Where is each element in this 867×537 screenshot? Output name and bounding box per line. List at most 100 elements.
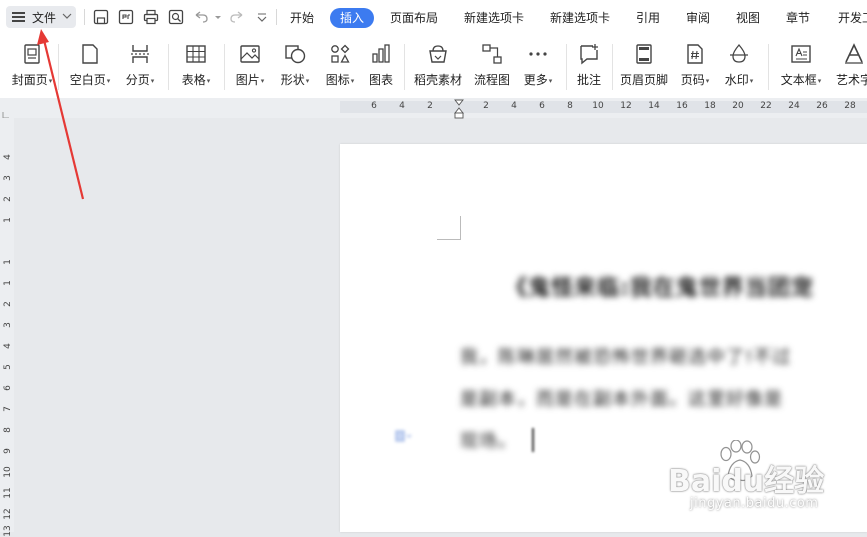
shape-button[interactable]: 形状▾ [274, 40, 316, 90]
document-paragraph-line: 现场。 [460, 431, 517, 452]
tab-page-layout[interactable]: 页面布局 [390, 8, 438, 28]
horizontal-ruler[interactable]: 6 4 2 2 4 6 8 10 12 14 16 18 20 22 24 26… [0, 98, 867, 118]
file-menu-button[interactable]: 文件 [6, 6, 76, 28]
ruler-tick: 10 [3, 466, 13, 478]
watermark-label: 水印 [724, 73, 749, 87]
docer-material-button[interactable]: 稻壳素材 [410, 40, 466, 90]
ruler-tick: 8 [567, 101, 573, 111]
text-cursor [532, 428, 534, 452]
word-art-button[interactable]: 艺术字 [834, 40, 867, 90]
flowchart-icon [480, 42, 504, 66]
comment-label: 批注 [576, 73, 601, 87]
tab-home[interactable]: 开始 [290, 8, 314, 28]
text-box-icon [789, 42, 813, 66]
chart-button[interactable]: 图表 [364, 40, 398, 90]
more-button[interactable]: 更多▾ [518, 40, 558, 90]
more-label: 更多 [523, 73, 548, 87]
ruler-tick: 24 [788, 101, 800, 111]
undo-icon[interactable] [192, 8, 210, 26]
ruler-tick: 16 [676, 101, 688, 111]
blank-page-button[interactable]: 空白页▾ [64, 40, 116, 90]
more-icon [526, 42, 550, 66]
vertical-ruler[interactable]: 4 3 2 1 1 1 2 3 4 5 6 7 8 9 10 11 12 13 [0, 118, 14, 537]
word-art-icon [842, 42, 866, 66]
text-box-button[interactable]: 文本框▾ [776, 40, 826, 90]
icons-icon [328, 42, 352, 66]
divider [612, 44, 613, 90]
divider [276, 9, 277, 25]
ruler-tick: 2 [3, 301, 13, 307]
tab-insert[interactable]: 插入 [330, 8, 375, 28]
ruler-tick: 9 [3, 448, 13, 454]
ruler-tick: 2 [3, 196, 13, 202]
ruler-tick: 6 [3, 385, 13, 391]
cover-page-icon [20, 42, 44, 66]
ruler-tick: 5 [3, 364, 13, 370]
comment-button[interactable]: 批注 [572, 40, 606, 90]
paragraph-handle-icon[interactable] [395, 430, 413, 445]
tab-references[interactable]: 引用 [636, 8, 660, 28]
redo-icon[interactable] [228, 8, 246, 26]
table-label: 表格 [181, 73, 206, 87]
ruler-tick: 6 [371, 101, 377, 111]
customize-icon[interactable] [253, 8, 267, 26]
margin-corner-mark [437, 239, 461, 240]
shape-label: 形状 [280, 73, 305, 87]
ruler-tick: 13 [3, 525, 13, 537]
flowchart-button[interactable]: 流程图 [470, 40, 514, 90]
divider [768, 44, 769, 90]
tab-new-tab-1[interactable]: 新建选项卡 [464, 8, 524, 28]
indent-marker-icon[interactable] [454, 99, 464, 119]
export-pdf-icon[interactable] [117, 8, 135, 26]
divider [58, 44, 59, 90]
page-number-icon [683, 42, 707, 66]
header-footer-label: 页眉页脚 [619, 73, 668, 87]
ruler-tick: 2 [427, 101, 433, 111]
ruler-tick: 20 [732, 101, 744, 111]
ruler-tick: 14 [648, 101, 660, 111]
tab-developer[interactable]: 开发工 [838, 8, 867, 28]
icons-button[interactable]: 图标▾ [320, 40, 360, 90]
undo-dropdown-icon[interactable] [209, 8, 221, 26]
divider [84, 9, 85, 25]
ruler-tick: 4 [3, 154, 13, 160]
word-art-label: 艺术字 [836, 73, 867, 87]
ruler-tick: 1 [3, 217, 13, 223]
table-button[interactable]: 表格▾ [174, 40, 218, 90]
save-icon[interactable] [92, 8, 110, 26]
divider [404, 44, 405, 90]
ruler-tick: 4 [399, 101, 405, 111]
divider [224, 44, 225, 90]
ruler-tick: 1 [3, 280, 13, 286]
watermark-button[interactable]: 水印▾ [720, 40, 758, 90]
tab-view[interactable]: 视图 [736, 8, 760, 28]
icons-label: 图标 [325, 73, 350, 87]
tab-chapter[interactable]: 章节 [786, 8, 810, 28]
picture-button[interactable]: 图片▾ [230, 40, 270, 90]
margin-corner-mark [460, 216, 461, 240]
watermark-icon [727, 42, 751, 66]
ruler-tick: 12 [3, 508, 13, 520]
ruler-tick: 1 [3, 259, 13, 265]
print-preview-icon[interactable] [167, 8, 185, 26]
ruler-tick: 28 [844, 101, 856, 111]
baidu-jingyan-watermark: Baidu经验 [668, 464, 825, 499]
page-break-button[interactable]: 分页▾ [118, 40, 162, 90]
cover-page-label: 封面页 [11, 73, 48, 87]
ruler-tick: 26 [816, 101, 828, 111]
tab-review[interactable]: 审阅 [686, 8, 710, 28]
page-number-button[interactable]: 页码▾ [676, 40, 714, 90]
ruler-tick: 4 [511, 101, 517, 111]
chevron-down-icon[interactable] [62, 12, 72, 23]
divider [168, 44, 169, 90]
ruler-tick: 2 [483, 101, 489, 111]
tab-new-tab-2[interactable]: 新建选项卡 [550, 8, 610, 28]
print-icon[interactable] [142, 8, 160, 26]
ruler-tick: 4 [3, 343, 13, 349]
header-footer-button[interactable]: 页眉页脚 [616, 40, 672, 90]
ruler-tick: 6 [539, 101, 545, 111]
blank-page-icon [78, 42, 102, 66]
hamburger-icon [12, 12, 26, 22]
cover-page-button[interactable]: 封面页▾ [6, 40, 58, 90]
ruler-tick: 8 [3, 427, 13, 433]
